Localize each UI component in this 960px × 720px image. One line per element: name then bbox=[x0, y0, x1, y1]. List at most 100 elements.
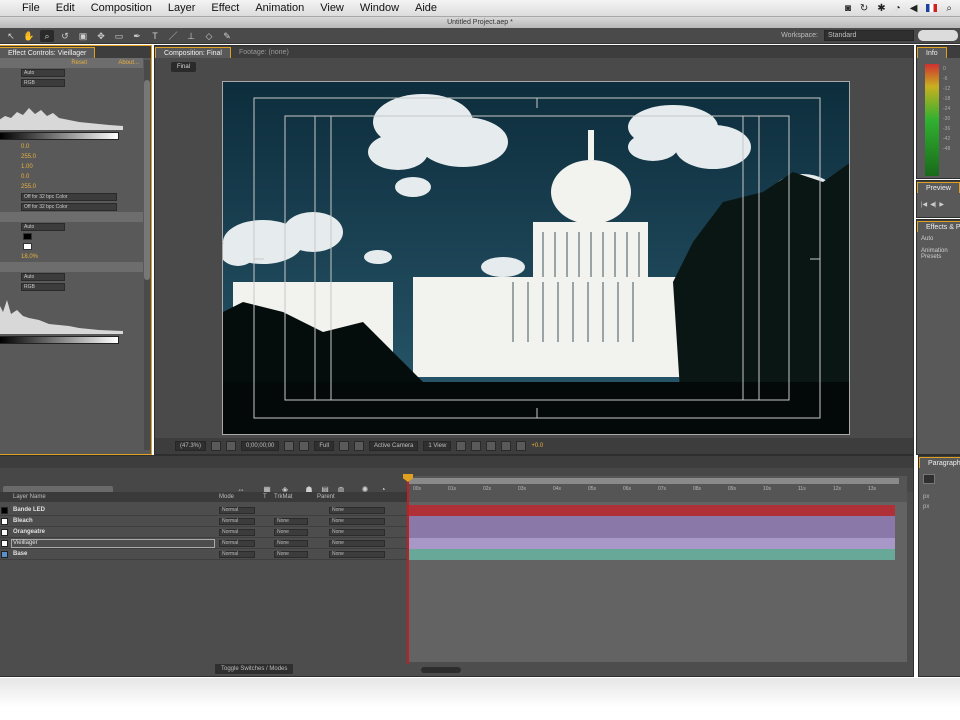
comp-name-chip[interactable]: Final bbox=[171, 62, 197, 72]
layer-label-color[interactable] bbox=[1, 529, 8, 536]
gamma-value[interactable]: 1.00 bbox=[1, 164, 33, 170]
transparency-grid-icon[interactable] bbox=[354, 441, 365, 451]
brush-tool-icon[interactable]: ／ bbox=[166, 30, 180, 42]
output-white-value[interactable]: 255.0 bbox=[1, 184, 36, 190]
zoom-tool-icon[interactable]: ⌕ bbox=[40, 29, 54, 42]
toggle-switches-modes-button[interactable]: Toggle Switches / Modes bbox=[215, 664, 294, 674]
timeline-zoom-slider[interactable] bbox=[421, 667, 461, 673]
flowchart-icon[interactable] bbox=[501, 441, 512, 451]
selection-tool-icon[interactable]: ↖ bbox=[4, 30, 18, 42]
layer-duration-bar[interactable] bbox=[409, 527, 895, 538]
menu-aide[interactable]: Aide bbox=[407, 2, 445, 14]
input-black-value[interactable]: 0.0 bbox=[1, 144, 29, 150]
layer-name[interactable]: Vieillager bbox=[13, 538, 38, 549]
layer-parent-dropdown[interactable]: None bbox=[329, 518, 385, 525]
prev-frame-icon[interactable]: ◀| bbox=[930, 201, 936, 208]
puppet-tool-icon[interactable]: ✎ bbox=[220, 30, 234, 42]
volume-icon[interactable]: ◀ bbox=[910, 3, 918, 14]
layer-parent-dropdown[interactable]: None bbox=[329, 529, 385, 536]
tint-mode-dropdown[interactable]: Auto bbox=[21, 223, 65, 231]
pen-tool-icon[interactable]: ✒ bbox=[130, 30, 144, 42]
layer-row[interactable]: Orangeatre Normal None None bbox=[0, 527, 407, 538]
layer-duration-bar[interactable] bbox=[409, 538, 895, 549]
clip-white-dropdown[interactable]: Off for 32 bpc Color bbox=[21, 203, 117, 211]
type-tool-icon[interactable]: T bbox=[148, 30, 162, 42]
layer-row[interactable]: Bleach Normal None None bbox=[0, 516, 407, 527]
layer-duration-bar[interactable] bbox=[409, 549, 895, 560]
effect-controls-scrollbar[interactable] bbox=[144, 60, 150, 450]
effect-header-tint[interactable] bbox=[0, 212, 143, 222]
layer-mode-dropdown[interactable]: Normal bbox=[219, 540, 255, 547]
bluetooth-icon[interactable]: ✱ bbox=[877, 3, 885, 14]
search-help-field[interactable] bbox=[918, 30, 958, 41]
effect-header-curves[interactable] bbox=[0, 262, 143, 272]
menu-effect[interactable]: Effect bbox=[203, 2, 247, 14]
about-link[interactable]: About... bbox=[118, 58, 139, 68]
composition-viewer[interactable]: Final bbox=[155, 58, 913, 438]
layer-mode-dropdown[interactable]: Normal bbox=[219, 518, 255, 525]
timeline-icon[interactable] bbox=[486, 441, 497, 451]
fast-preview-icon[interactable] bbox=[471, 441, 482, 451]
map-white-swatch[interactable] bbox=[23, 243, 32, 250]
layer-label-color[interactable] bbox=[1, 540, 8, 547]
col-mode[interactable]: Mode bbox=[219, 492, 234, 502]
layer-parent-dropdown[interactable]: None bbox=[329, 507, 385, 514]
current-time-field[interactable]: 0;00;00;00 bbox=[241, 441, 280, 451]
show-channel-icon[interactable] bbox=[299, 441, 310, 451]
resolution-dropdown[interactable]: Full bbox=[314, 441, 335, 451]
layer-trkmat-dropdown[interactable]: None bbox=[274, 518, 308, 525]
tab-paragraph[interactable]: Paragraph bbox=[919, 457, 960, 468]
exposure-value[interactable]: +0.0 bbox=[531, 443, 543, 449]
menu-animation[interactable]: Animation bbox=[247, 2, 312, 14]
align-left-icon[interactable] bbox=[923, 474, 935, 484]
pan-behind-tool-icon[interactable]: ✥ bbox=[94, 30, 108, 42]
effect-header-levels[interactable]: Reset About... bbox=[0, 58, 143, 68]
curves-channel-dropdown[interactable]: RGB bbox=[21, 283, 65, 291]
effects-search-field[interactable]: Auto bbox=[921, 236, 933, 242]
layer-mode-dropdown[interactable]: Normal bbox=[219, 529, 255, 536]
layer-duration-bar[interactable] bbox=[409, 505, 895, 516]
layer-rename-box[interactable] bbox=[11, 539, 215, 548]
view-layout-dropdown[interactable]: 1 View bbox=[423, 441, 452, 451]
layer-label-color[interactable] bbox=[1, 518, 8, 525]
layer-name[interactable]: Bande LED bbox=[13, 505, 45, 516]
col-trkmat[interactable]: TrkMat bbox=[274, 492, 292, 502]
col-layer-name[interactable]: Layer Name bbox=[13, 492, 46, 502]
pixel-aspect-icon[interactable] bbox=[456, 441, 467, 451]
wifi-icon[interactable]: ◔ bbox=[895, 3, 901, 14]
camera-icon[interactable]: ◙ bbox=[845, 3, 851, 14]
layer-row[interactable]: Bande LED Normal None bbox=[0, 505, 407, 516]
amount-value[interactable]: 18.0% bbox=[1, 254, 38, 260]
camera-view-dropdown[interactable]: Active Camera bbox=[369, 441, 419, 451]
hand-tool-icon[interactable]: ✋ bbox=[22, 30, 36, 42]
layer-trkmat-dropdown[interactable]: None bbox=[274, 529, 308, 536]
menu-composition[interactable]: Composition bbox=[83, 2, 160, 14]
input-flag-icon[interactable] bbox=[926, 4, 938, 12]
clip-black-dropdown[interactable]: Off for 32 bpc Color bbox=[21, 193, 117, 201]
layer-name[interactable]: Orangeatre bbox=[13, 527, 45, 538]
layer-label-color[interactable] bbox=[1, 507, 8, 514]
tab-footage[interactable]: Footage: (none) bbox=[231, 47, 297, 58]
animation-presets-folder[interactable]: Animation Presets bbox=[921, 248, 960, 260]
reset-exposure-icon[interactable] bbox=[516, 441, 527, 451]
menu-layer[interactable]: Layer bbox=[160, 2, 204, 14]
snapshot-icon[interactable] bbox=[284, 441, 295, 451]
col-parent[interactable]: Parent bbox=[317, 492, 335, 502]
workspace-dropdown[interactable]: Standard bbox=[824, 30, 914, 41]
spotlight-icon[interactable]: ⌕ bbox=[946, 3, 952, 14]
current-time-indicator[interactable] bbox=[407, 478, 409, 664]
layer-mode-dropdown[interactable]: Normal bbox=[219, 551, 255, 558]
output-black-value[interactable]: 0.0 bbox=[1, 174, 29, 180]
menu-edit[interactable]: Edit bbox=[48, 2, 83, 14]
tab-info[interactable]: Info bbox=[917, 47, 947, 58]
first-frame-icon[interactable]: |◀ bbox=[921, 201, 927, 208]
camera-tool-icon[interactable]: ▣ bbox=[76, 30, 90, 42]
menu-window[interactable]: Window bbox=[352, 2, 407, 14]
mask-toggle-icon[interactable] bbox=[226, 441, 237, 451]
region-of-interest-icon[interactable] bbox=[339, 441, 350, 451]
channel-dropdown[interactable]: Auto bbox=[21, 69, 65, 77]
rotate-tool-icon[interactable]: ↺ bbox=[58, 30, 72, 42]
layer-row[interactable]: Base Normal None None bbox=[0, 549, 407, 560]
layer-label-color[interactable] bbox=[1, 551, 8, 558]
reset-link[interactable]: Reset bbox=[71, 58, 87, 68]
